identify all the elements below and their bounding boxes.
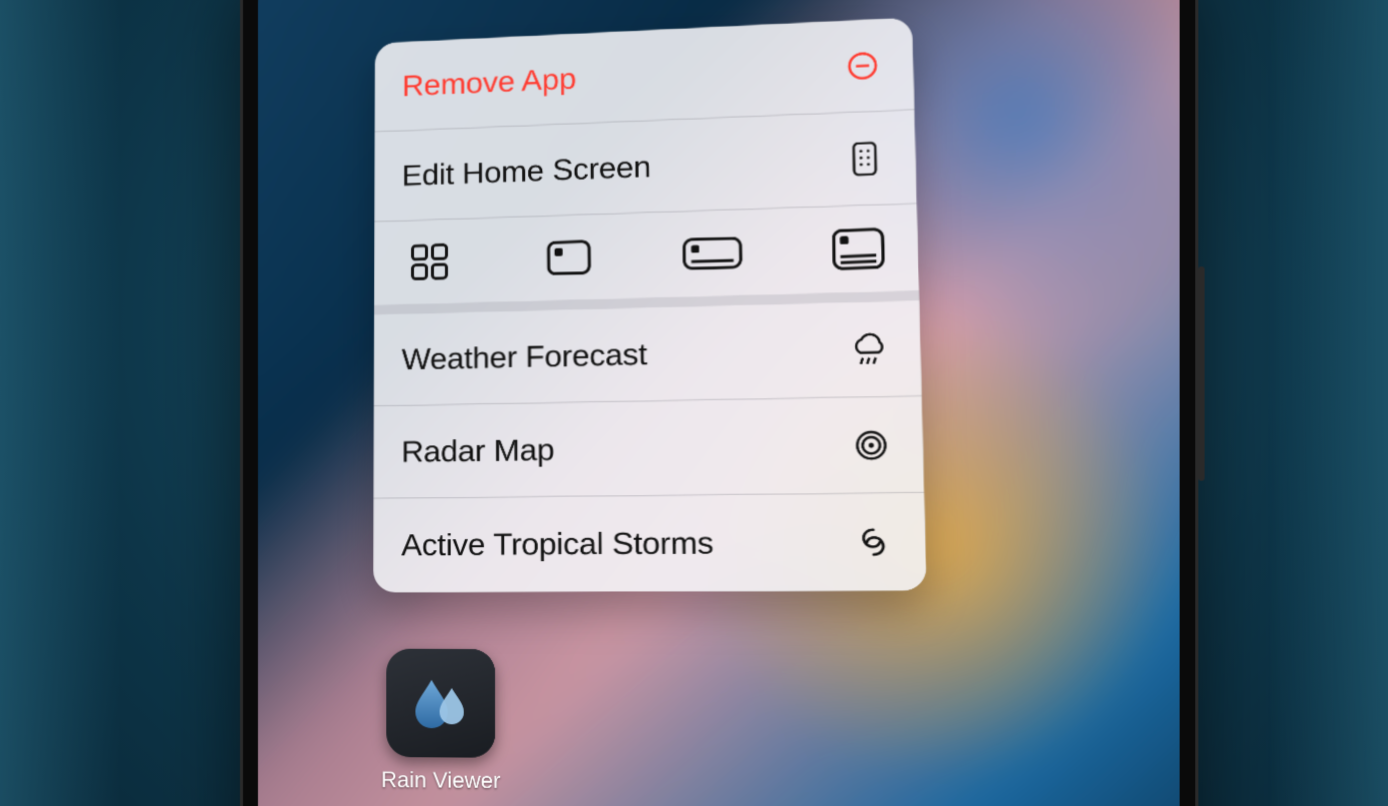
edit-home-screen-label: Edit Home Screen [401, 147, 651, 188]
active-tropical-storms-label: Active Tropical Storms [401, 526, 711, 563]
cyclone-icon [847, 524, 890, 565]
phone-side-button [1198, 266, 1204, 480]
widget-size-row [373, 207, 915, 312]
radar-map-item[interactable]: Radar Map [373, 400, 918, 499]
radar-map-label: Radar Map [401, 432, 554, 469]
phone-frame: Remove App Edit Home Screen [240, 0, 1198, 806]
active-tropical-storms-item[interactable]: Active Tropical Storms [373, 496, 920, 593]
remove-app-item[interactable]: Remove App [373, 18, 913, 125]
minus-circle-icon [841, 46, 883, 87]
cloud-rain-icon [845, 332, 887, 373]
weather-forecast-item[interactable]: Weather Forecast [373, 304, 917, 405]
app-icon-container[interactable]: Rain Viewer [370, 649, 511, 795]
phone-screen: Remove App Edit Home Screen [258, 0, 1180, 806]
apps-grid-icon [842, 140, 884, 181]
widget-size-medium-icon[interactable] [681, 232, 743, 275]
radar-target-icon [846, 427, 889, 468]
widget-size-grid-icon[interactable] [399, 238, 459, 280]
widget-size-small-icon[interactable] [539, 235, 600, 278]
weather-forecast-label: Weather Forecast [401, 337, 647, 376]
app-context-menu: Remove App Edit Home Screen [373, 18, 920, 592]
app-name-label: Rain Viewer [370, 767, 511, 794]
remove-app-label: Remove App [401, 56, 577, 96]
edit-home-screen-item[interactable]: Edit Home Screen [373, 112, 914, 217]
widget-size-large-icon[interactable] [825, 230, 888, 273]
rain-viewer-app-icon [386, 649, 495, 758]
